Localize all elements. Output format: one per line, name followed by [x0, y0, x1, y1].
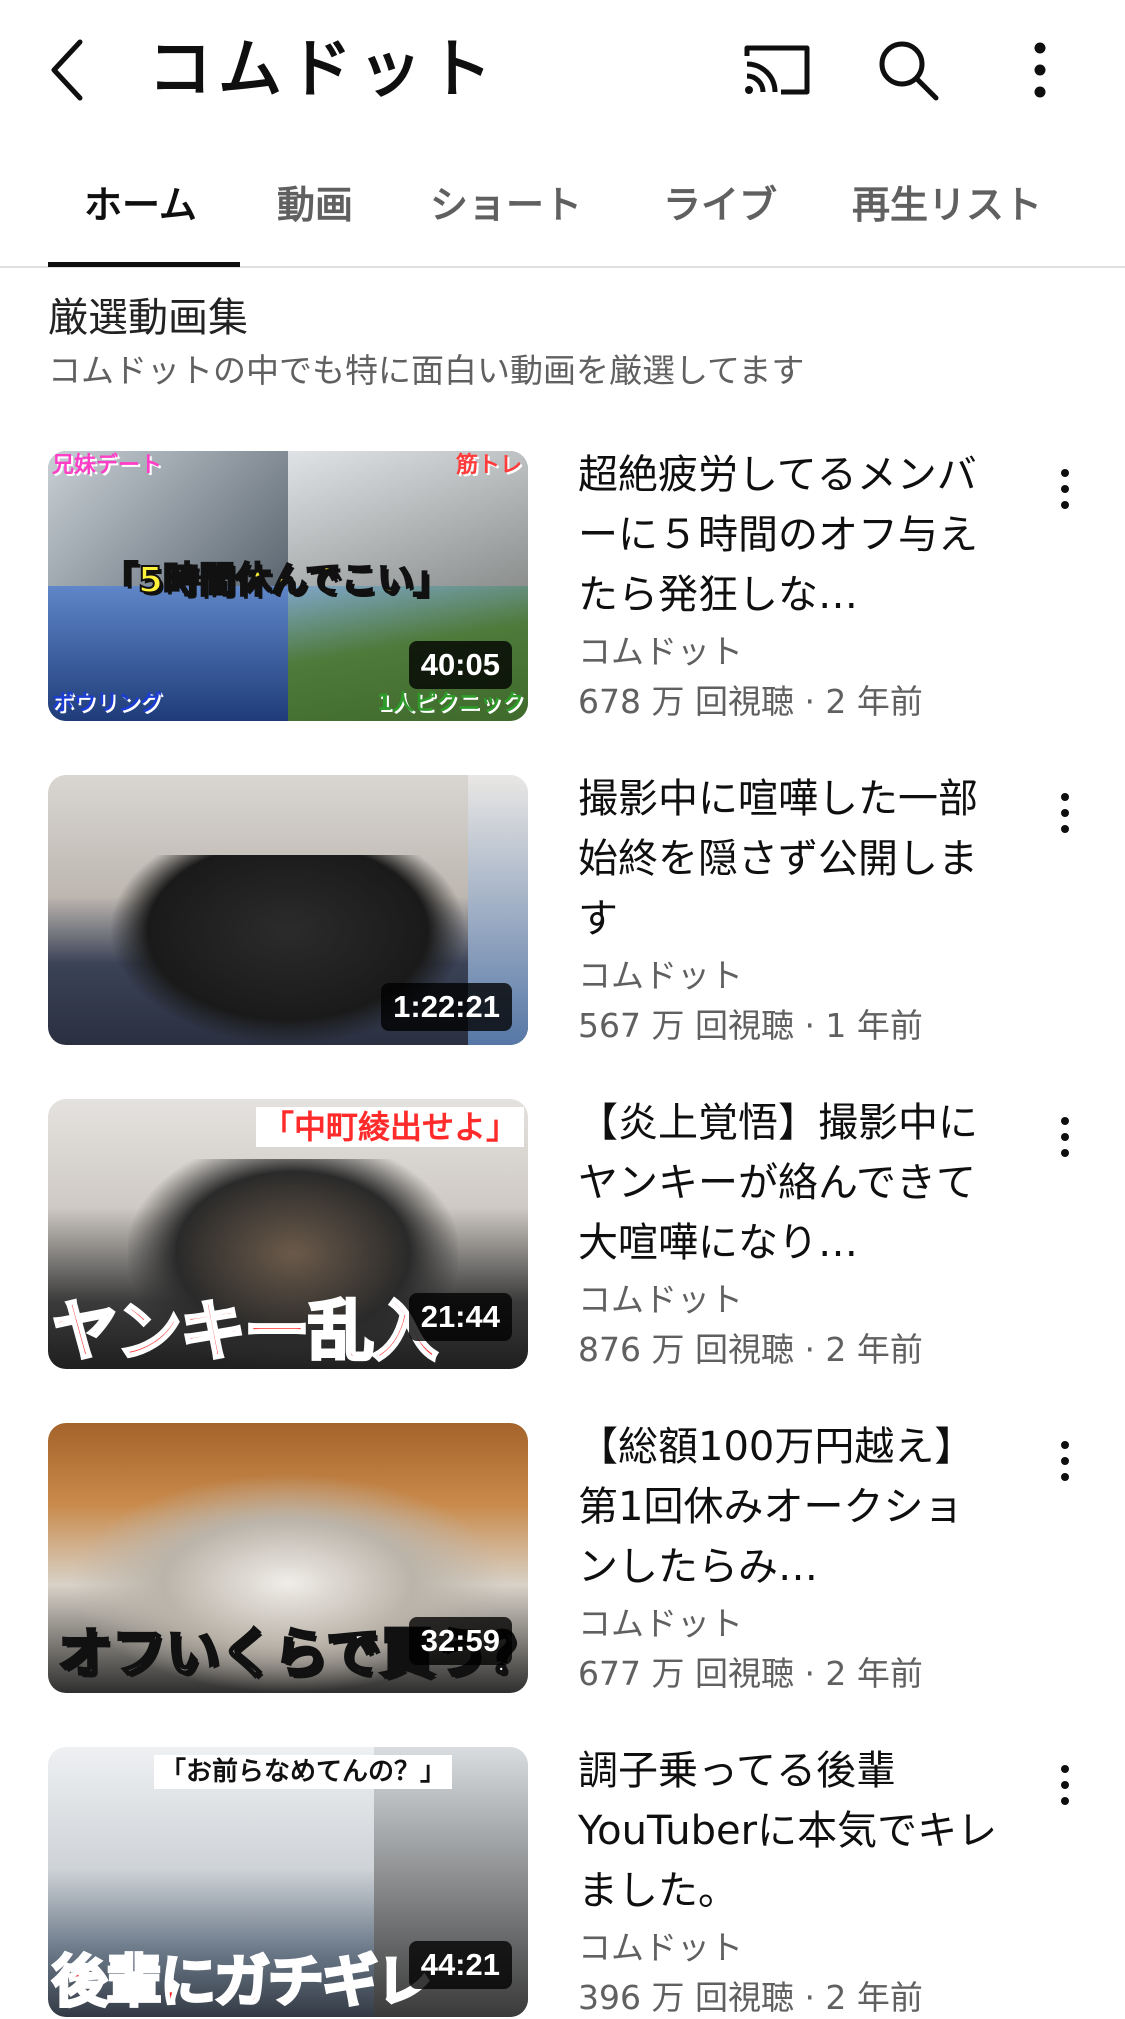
thumb-caption: 「お前らなめてんの？」: [154, 1755, 453, 1789]
tab-shorts[interactable]: ショート: [430, 180, 582, 230]
more-vert-icon[interactable]: [1000, 30, 1080, 110]
thumb-caption: 「中町綾出せよ」: [255, 1107, 524, 1147]
active-tab-indicator: [48, 262, 240, 267]
video-title[interactable]: 超絶疲労してるメンバーに５時間のオフ与えたら発狂しな…: [578, 445, 998, 625]
video-meta: 876 万 回視聴 · 2 年前: [578, 1330, 923, 1369]
video-thumbnail[interactable]: 「お前らなめてんの？」 後輩にガチギレ 44:21: [48, 1747, 528, 2017]
video-title[interactable]: 撮影中に喧嘩した一部始終を隠さず公開します: [578, 769, 998, 949]
thumb-caption: ヤンキー乱入: [51, 1293, 440, 1369]
video-title[interactable]: 【炎上覚悟】撮影中にヤンキーが絡んできて大喧嘩になり…: [578, 1093, 998, 1273]
video-thumbnail[interactable]: 「中町綾出せよ」 ヤンキー乱入 21:44: [48, 1099, 528, 1369]
back-arrow-icon[interactable]: [40, 30, 100, 110]
video-meta: 677 万 回視聴 · 2 年前: [578, 1654, 923, 1693]
duration-badge: 32:59: [408, 1617, 512, 1665]
more-vert-icon[interactable]: [1045, 1757, 1085, 1817]
channel-name: コムドット: [578, 1280, 743, 1319]
tab-live[interactable]: ライブ: [663, 180, 777, 230]
duration-badge: 21:44: [408, 1293, 512, 1341]
channel-name: コムドット: [578, 1604, 743, 1643]
section-title: 厳選動画集: [48, 295, 248, 341]
video-thumbnail[interactable]: 1:22:21: [48, 775, 528, 1045]
video-item[interactable]: 「お前らなめてんの？」 後輩にガチギレ 44:21 調子乗ってる後輩YouTub…: [0, 1747, 1125, 2017]
more-vert-icon[interactable]: [1045, 1433, 1085, 1493]
video-title[interactable]: 調子乗ってる後輩YouTuberに本気でキレました。: [578, 1741, 998, 1921]
more-vert-icon[interactable]: [1045, 461, 1085, 521]
tab-videos[interactable]: 動画: [277, 180, 353, 230]
thumb-caption: 筋トレ: [455, 453, 522, 478]
app-bar: コムドット: [0, 0, 1125, 150]
more-vert-icon[interactable]: [1045, 1109, 1085, 1169]
tab-playlists[interactable]: 再生リスト: [852, 180, 1042, 230]
tab-home[interactable]: ホーム: [84, 180, 197, 230]
video-item[interactable]: 兄妹デート 筋トレ 「5時間休んでこい」 ボウリング 1人ピクニック 40:05…: [0, 451, 1125, 721]
search-icon[interactable]: [868, 30, 948, 110]
thumb-caption: 「5時間休んでこい」: [101, 560, 450, 601]
video-thumbnail[interactable]: 兄妹デート 筋トレ 「5時間休んでこい」 ボウリング 1人ピクニック 40:05: [48, 451, 528, 721]
video-thumbnail[interactable]: オフいくらで買う？ 32:59: [48, 1423, 528, 1693]
more-vert-icon[interactable]: [1045, 785, 1085, 845]
video-meta: 396 万 回視聴 · 2 年前: [578, 1978, 923, 2017]
cast-icon[interactable]: [737, 30, 817, 110]
thumb-caption: ボウリング: [52, 691, 163, 716]
channel-name: コムドット: [578, 1928, 743, 1967]
duration-badge: 44:21: [408, 1941, 512, 1989]
duration-badge: 40:05: [408, 641, 512, 689]
video-meta: 567 万 回視聴 · 1 年前: [578, 1006, 923, 1045]
video-item[interactable]: 「中町綾出せよ」 ヤンキー乱入 21:44 【炎上覚悟】撮影中にヤンキーが絡んで…: [0, 1099, 1125, 1369]
duration-badge: 1:22:21: [381, 983, 512, 1031]
channel-name: コムドット: [578, 956, 743, 995]
thumb-caption: 兄妹デート: [52, 453, 163, 478]
video-meta: 678 万 回視聴 · 2 年前: [578, 682, 923, 721]
channel-title: コムドット: [148, 33, 498, 107]
thumb-caption: 1人ピクニック: [376, 691, 524, 716]
video-item[interactable]: オフいくらで買う？ 32:59 【総額100万円越え】第1回休みオークションした…: [0, 1423, 1125, 1693]
thumb-caption: 後輩にガチギレ: [51, 1950, 434, 2015]
video-item[interactable]: 1:22:21 撮影中に喧嘩した一部始終を隠さず公開します コムドット 567 …: [0, 775, 1125, 1045]
video-title[interactable]: 【総額100万円越え】第1回休みオークションしたらみ…: [578, 1417, 998, 1597]
section-subtitle: コムドットの中でも特に面白い動画を厳選してます: [48, 351, 805, 390]
channel-name: コムドット: [578, 632, 743, 671]
channel-tabs: ホーム 動画 ショート ライブ 再生リスト: [0, 150, 1125, 268]
